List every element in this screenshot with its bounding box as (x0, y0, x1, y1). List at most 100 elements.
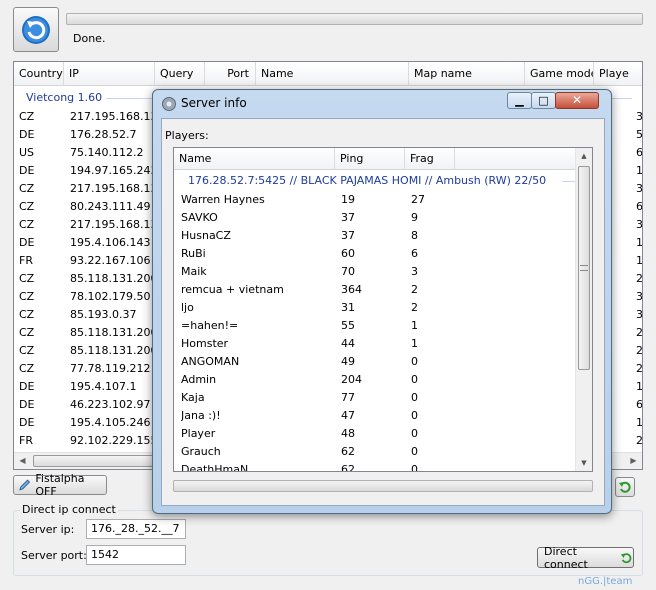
player-row[interactable]: =hahen!= 55 1 (174, 317, 592, 335)
column-frag[interactable]: Frag (405, 148, 455, 170)
direct-connect-button[interactable]: Direct connect (537, 544, 634, 571)
column-ip[interactable]: IP (64, 62, 155, 86)
frag-cell: 2 (411, 301, 418, 314)
frag-cell: 8 (411, 229, 418, 242)
players-cell: 2 (636, 326, 643, 339)
player-row[interactable]: Kaja 77 0 (174, 389, 592, 407)
players-cell: 5 (636, 128, 643, 141)
close-icon: ✕ (571, 93, 583, 107)
frag-cell: 9 (411, 211, 418, 224)
players-cell: 3 (636, 182, 643, 195)
country-cell: DE (19, 236, 35, 249)
direct-connect-legend: Direct ip connect (20, 503, 118, 516)
group-divider (562, 181, 576, 182)
minimize-icon: ▁ (515, 94, 524, 107)
column-port[interactable]: Port (205, 62, 256, 86)
country-cell: DE (19, 128, 35, 141)
frag-cell: 2 (411, 283, 418, 296)
player-name-cell: Player (181, 427, 216, 440)
column-player-name[interactable]: Name (174, 148, 335, 170)
column-query[interactable]: Query (155, 62, 205, 86)
country-cell: CZ (19, 290, 35, 303)
country-cell: US (19, 146, 35, 159)
player-row[interactable]: Maik 70 3 (174, 263, 592, 281)
country-cell: DE (19, 398, 35, 411)
player-row[interactable]: ANGOMAN 49 0 (174, 353, 592, 371)
players-cell: 6 (636, 146, 643, 159)
player-name-cell: Grauch (181, 445, 221, 458)
ping-cell: 49 (341, 355, 355, 368)
frag-cell: 1 (411, 337, 418, 350)
player-row[interactable]: Warren Haynes 19 27 (174, 191, 592, 209)
country-cell: CZ (19, 182, 35, 195)
players-cell: 20 (636, 362, 643, 375)
frag-cell: 6 (411, 247, 418, 260)
player-name-cell: Kaja (181, 391, 205, 404)
player-row[interactable]: remcua + vietnam 364 2 (174, 281, 592, 299)
players-cell: 16 (636, 416, 643, 429)
player-row[interactable]: Jana :)! 47 0 (174, 407, 592, 425)
player-row[interactable]: SAVKO 37 9 (174, 209, 592, 227)
player-row[interactable]: Admin 204 0 (174, 371, 592, 389)
player-name-cell: RuBi (181, 247, 206, 260)
close-button[interactable]: ✕ (555, 92, 599, 109)
fistalpha-label: Fistalpha OFF (35, 472, 85, 498)
country-cell: CZ (19, 272, 35, 285)
column-ping[interactable]: Ping (335, 148, 405, 170)
scroll-thumb[interactable] (578, 166, 590, 370)
player-row[interactable]: Homster 44 1 (174, 335, 592, 353)
minimize-button[interactable]: ▁ (507, 92, 532, 109)
player-row[interactable]: ljo 31 2 (174, 299, 592, 317)
column-name[interactable]: Name (256, 62, 409, 86)
column-map-name[interactable]: Map name (409, 62, 525, 86)
fistalpha-button[interactable]: Fistalpha OFF (13, 472, 107, 498)
scroll-down-icon[interactable]: ▼ (576, 455, 592, 471)
reload-button[interactable] (615, 477, 635, 497)
server-group-header[interactable]: 176.28.52.7:5425 // BLACK PAJAMAS HOMI /… (174, 172, 592, 190)
column-country[interactable]: Country (14, 62, 64, 86)
player-row[interactable]: Grauch 62 0 (174, 443, 592, 461)
frag-cell: 0 (411, 355, 418, 368)
country-cell: CZ (19, 362, 35, 375)
players-cell: 3 (636, 110, 643, 123)
scroll-up-icon[interactable]: ▲ (576, 148, 592, 164)
column-game-mode[interactable]: Game mode (525, 62, 594, 86)
green-arrow-icon (621, 552, 632, 563)
server-list-header: Country IP Query Port Name Map name Game… (14, 62, 642, 86)
country-cell: CZ (19, 308, 35, 321)
ping-cell: 19 (341, 193, 355, 206)
players-cell: 1 (636, 254, 643, 267)
maximize-button[interactable]: □ (531, 92, 556, 109)
frag-cell: 0 (411, 445, 418, 458)
column-players[interactable]: Playe (594, 62, 642, 86)
frag-cell: 0 (411, 409, 418, 422)
player-name-cell: Maik (181, 265, 207, 278)
player-name-cell: Homster (181, 337, 229, 350)
server-ip-input[interactable]: 176._28._52.__7 (86, 519, 186, 539)
frag-cell: 3 (411, 265, 418, 278)
players-cell: 2 (636, 272, 643, 285)
dialog-title: Server info (181, 96, 247, 110)
player-row[interactable]: HusnaCZ 37 8 (174, 227, 592, 245)
direct-connect-label: Direct connect (544, 544, 588, 571)
player-row[interactable]: Player 48 0 (174, 425, 592, 443)
pencil-icon (19, 479, 31, 491)
players-cell: 6 (636, 398, 643, 411)
players-cell: 6 (636, 200, 643, 213)
ping-cell: 62 (341, 463, 355, 472)
scroll-left-icon[interactable]: ◀ (14, 453, 31, 469)
vertical-scrollbar[interactable]: ▲ ▼ (575, 148, 592, 471)
country-cell: FR (19, 254, 33, 267)
refresh-button[interactable] (13, 7, 59, 52)
player-row[interactable]: RuBi 60 6 (174, 245, 592, 263)
scroll-right-icon[interactable]: ▶ (625, 453, 642, 469)
server-port-input[interactable]: 1542 (86, 545, 186, 565)
player-name-cell: DeathHmaN (181, 463, 249, 472)
country-cell: FR (19, 434, 33, 447)
player-row[interactable]: DeathHmaN 62 0 (174, 461, 592, 472)
frag-cell: 1 (411, 319, 418, 332)
players-list[interactable]: Name Ping Frag 176.28.52.7:5425 // BLACK… (173, 147, 593, 472)
ping-cell: 55 (341, 319, 355, 332)
refresh-icon (22, 15, 50, 44)
players-cell: 3 (636, 218, 643, 231)
